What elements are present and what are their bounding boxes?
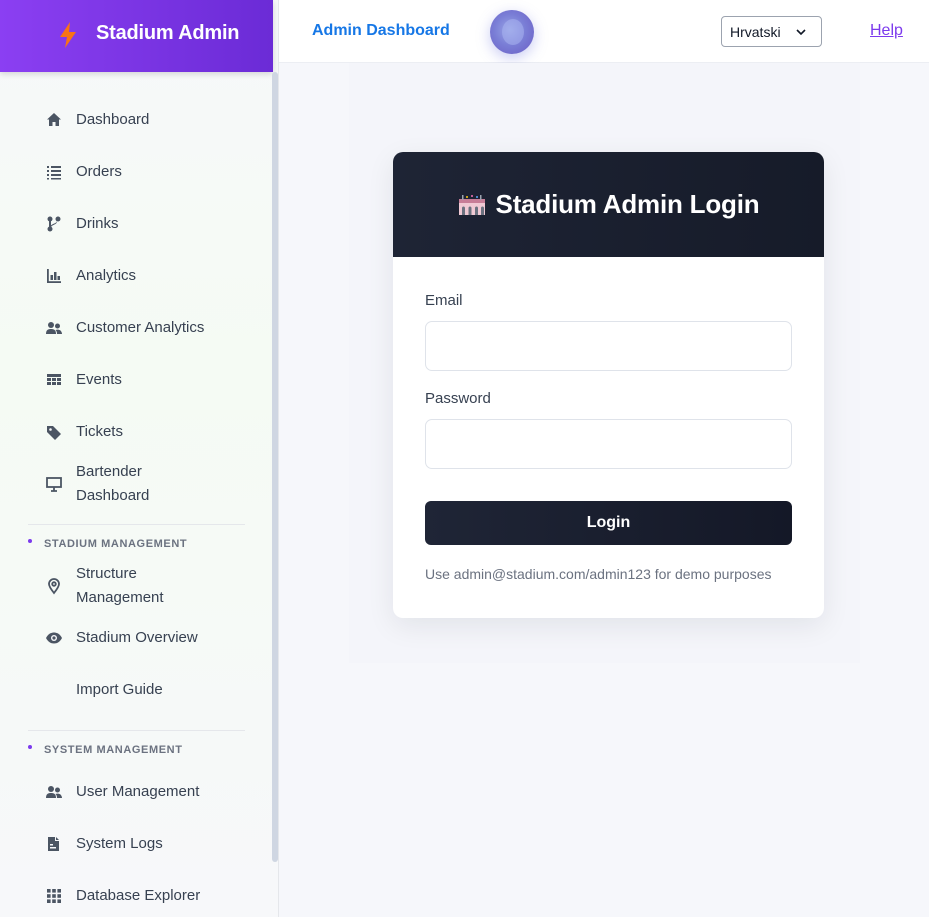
sidebar-item-label: Stadium Overview — [76, 629, 198, 646]
sidebar-item-label: Analytics — [76, 267, 137, 284]
people-icon — [44, 782, 64, 802]
label-line-2: Dashboard — [76, 487, 150, 504]
email-field[interactable] — [425, 321, 792, 371]
sidebar-item-label: Drinks — [76, 215, 119, 232]
bar-chart-icon — [44, 266, 64, 286]
location-pin-icon — [44, 576, 64, 596]
label-line-1: Structure — [76, 565, 137, 582]
calendar-icon — [44, 370, 64, 390]
sidebar-item-import-guide[interactable]: Import Guide — [44, 678, 163, 702]
sidebar-divider — [28, 730, 245, 731]
sidebar-item-label: Import Guide — [76, 681, 163, 698]
eye-icon — [44, 628, 64, 648]
sidebar-item-tickets[interactable]: Tickets — [44, 420, 123, 444]
section-title: STADIUM MANAGEMENT — [44, 538, 188, 550]
sidebar-item-label: Database Explorer — [76, 887, 201, 904]
people-icon — [44, 318, 64, 338]
sidebar-item-analytics[interactable]: Analytics — [44, 264, 136, 288]
brand-title: Stadium Admin — [96, 22, 240, 44]
sidebar-item-label: Customer Analytics — [76, 319, 205, 336]
blank-icon — [44, 680, 64, 700]
tag-icon — [44, 422, 64, 442]
sidebar-divider — [28, 524, 245, 525]
sidebar-item-label: System Logs — [76, 835, 163, 852]
sidebar-item-system-logs[interactable]: System Logs — [44, 832, 163, 856]
chevron-down-icon — [796, 29, 806, 36]
sidebar-item-events[interactable]: Events — [44, 368, 122, 392]
monitor-icon — [44, 474, 64, 494]
section-system-management: SYSTEM MANAGEMENT — [28, 744, 183, 756]
login-card-header: Stadium Admin Login — [393, 152, 824, 257]
login-card: Stadium Admin Login Email Password Login… — [393, 152, 824, 618]
section-dot — [28, 745, 32, 749]
brand-header[interactable]: Stadium Admin — [0, 0, 273, 72]
avatar-highlight — [502, 19, 524, 45]
stadium-icon — [458, 194, 485, 215]
logs-icon — [44, 834, 64, 854]
grid-icon — [44, 886, 64, 906]
sidebar-item-label: Events — [76, 371, 122, 388]
sidebar-item-bartender-dashboard[interactable]: Bartender Dashboard — [44, 460, 149, 508]
sidebar-item-structure-management[interactable]: Structure Management — [44, 562, 164, 610]
label-line-2: Management — [76, 589, 164, 606]
email-label: Email — [425, 292, 463, 309]
section-dot — [28, 539, 32, 543]
page-title[interactable]: Admin Dashboard — [312, 22, 450, 40]
section-stadium-management: STADIUM MANAGEMENT — [28, 538, 187, 550]
lightning-icon — [60, 22, 76, 48]
password-label: Password — [425, 390, 491, 407]
demo-hint: Use admin@stadium.com/admin123 for demo … — [425, 566, 772, 582]
sidebar: Stadium Admin Dashboard Orders Drinks An… — [0, 0, 279, 917]
home-icon — [44, 110, 64, 130]
sidebar-item-dashboard[interactable]: Dashboard — [44, 108, 149, 132]
drinks-icon — [44, 214, 64, 234]
sidebar-item-stadium-overview[interactable]: Stadium Overview — [44, 626, 198, 650]
top-header: Admin Dashboard Hrvatski Help — [279, 0, 929, 63]
section-title: SYSTEM MANAGEMENT — [44, 744, 183, 756]
language-value: Hrvatski — [730, 23, 781, 40]
password-field[interactable] — [425, 419, 792, 469]
language-select[interactable]: Hrvatski — [721, 16, 822, 47]
help-link[interactable]: Help — [870, 22, 903, 40]
sidebar-item-drinks[interactable]: Drinks — [44, 212, 119, 236]
sidebar-scrollbar[interactable] — [272, 72, 278, 862]
sidebar-item-database-explorer[interactable]: Database Explorer — [44, 884, 200, 908]
sidebar-item-label: Orders — [76, 163, 122, 180]
sidebar-item-label: Dashboard — [76, 111, 150, 128]
sidebar-item-label: User Management — [76, 783, 200, 800]
sidebar-item-label: Structure Management — [76, 562, 164, 610]
list-icon — [44, 162, 64, 182]
label-line-1: Bartender — [76, 463, 142, 480]
sidebar-item-label: Tickets — [76, 423, 123, 440]
login-button[interactable]: Login — [425, 501, 792, 545]
avatar[interactable] — [490, 10, 534, 54]
sidebar-item-customer-analytics[interactable]: Customer Analytics — [44, 316, 204, 340]
sidebar-item-label: Bartender Dashboard — [76, 460, 149, 508]
login-title: Stadium Admin Login — [495, 189, 760, 219]
sidebar-item-orders[interactable]: Orders — [44, 160, 122, 184]
sidebar-item-user-management[interactable]: User Management — [44, 780, 199, 804]
